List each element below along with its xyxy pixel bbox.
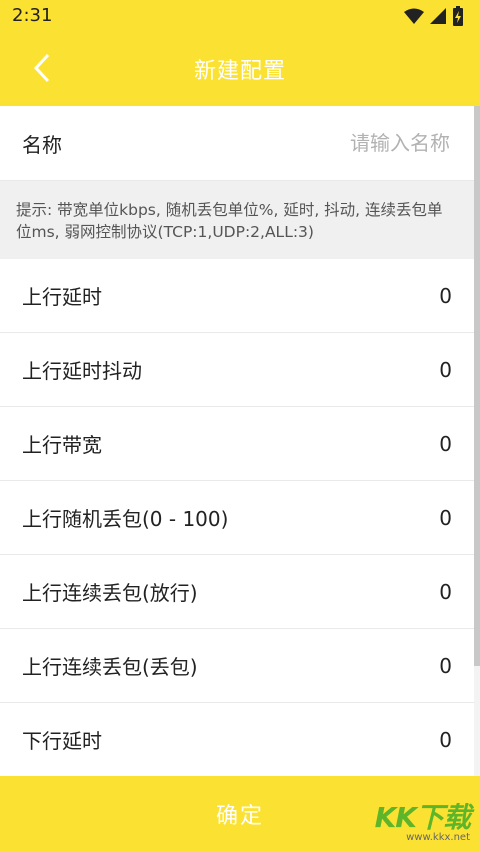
watermark: KK下载 www.kkx.net (374, 796, 471, 843)
setting-row-uplink-jitter[interactable]: 上行延时抖动 0 (0, 333, 474, 407)
setting-row-uplink-burst-drop[interactable]: 上行连续丢包(丢包) 0 (0, 629, 474, 703)
setting-row-uplink-random-loss[interactable]: 上行随机丢包(0 - 100) 0 (0, 481, 474, 555)
status-icons (404, 6, 464, 26)
setting-row-uplink-bandwidth[interactable]: 上行带宽 0 (0, 407, 474, 481)
battery-icon (453, 6, 463, 26)
setting-value[interactable]: 0 (439, 728, 452, 752)
signal-icon (430, 8, 446, 24)
setting-label: 上行连续丢包(丢包) (22, 655, 198, 679)
name-label: 名称 (22, 132, 62, 157)
setting-value[interactable]: 0 (439, 358, 452, 382)
setting-value[interactable]: 0 (439, 580, 452, 604)
page-title: 新建配置 (193, 59, 286, 84)
setting-row-uplink-burst-pass[interactable]: 上行连续丢包(放行) 0 (0, 555, 474, 629)
chevron-left-icon (33, 53, 50, 83)
scrollbar-thumb[interactable] (474, 106, 480, 666)
setting-label: 上行连续丢包(放行) (22, 581, 198, 605)
wifi-icon (404, 8, 424, 24)
app-bar: 新建配置 (0, 32, 480, 106)
setting-label: 上行带宽 (22, 433, 102, 457)
status-time: 2:31 (12, 5, 53, 26)
setting-value[interactable]: 0 (439, 506, 452, 530)
setting-value[interactable]: 0 (439, 654, 452, 678)
setting-label: 上行随机丢包(0 - 100) (22, 507, 229, 531)
hint-text: 提示: 带宽单位kbps, 随机丢包单位%, 延时, 抖动, 连续丢包单位ms,… (0, 181, 474, 259)
setting-value[interactable]: 0 (439, 432, 452, 456)
confirm-label: 确定 (215, 804, 264, 829)
setting-label: 下行延时 (22, 729, 102, 753)
setting-row-uplink-delay[interactable]: 上行延时 0 (0, 259, 474, 333)
back-button[interactable] (22, 48, 62, 88)
setting-label: 上行延时抖动 (22, 359, 142, 383)
setting-value[interactable]: 0 (439, 284, 452, 308)
setting-label: 上行延时 (22, 285, 102, 309)
setting-row-downlink-delay[interactable]: 下行延时 0 (0, 703, 474, 776)
name-row: 名称 (0, 106, 474, 181)
config-form: 名称 提示: 带宽单位kbps, 随机丢包单位%, 延时, 抖动, 连续丢包单位… (0, 106, 474, 776)
watermark-logo: KK下载 (374, 801, 471, 834)
watermark-url: www.kkx.net (406, 832, 470, 843)
status-bar: 2:31 (0, 0, 480, 32)
name-input[interactable] (248, 130, 452, 156)
